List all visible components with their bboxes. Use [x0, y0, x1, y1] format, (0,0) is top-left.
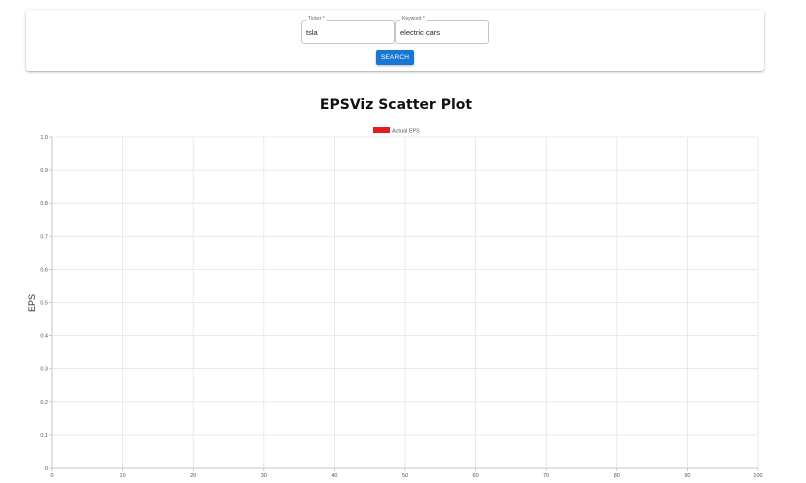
- legend-label[interactable]: Actual EPS: [392, 129, 420, 135]
- legend-swatch[interactable]: [373, 127, 390, 133]
- x-tick-label: 100: [753, 473, 762, 479]
- x-tick-label: 0: [50, 473, 53, 479]
- y-tick-label: 0: [45, 466, 48, 472]
- y-tick-label: 0.3: [40, 367, 48, 373]
- y-tick-label: 0.1: [40, 433, 48, 439]
- chart-grid: [51, 136, 759, 469]
- y-tick-label: 0.7: [40, 234, 48, 240]
- y-tick-label: 0.6: [40, 267, 48, 273]
- x-tick-label: 40: [331, 473, 337, 479]
- y-tick-label: 0.4: [40, 334, 48, 340]
- y-tick-label: 0.5: [40, 301, 48, 307]
- y-axis-label: EPS: [27, 294, 37, 312]
- y-tick-label: 0.8: [40, 201, 48, 207]
- y-tick-label: 0.2: [40, 400, 48, 406]
- x-tick-label: 30: [261, 473, 267, 479]
- y-tick-label: 1.0: [40, 135, 48, 141]
- x-tick-label: 50: [402, 473, 408, 479]
- x-tick-label: 80: [614, 473, 620, 479]
- x-tick-label: 70: [543, 473, 549, 479]
- chart-axes: 0 10 20 30 40 50 60 70 80 90 100 0 0.1 0.2 0.3 0.4 0.5 0.…: [40, 135, 762, 479]
- x-tick-label: 90: [684, 473, 690, 479]
- y-tick-label: 0.9: [40, 168, 48, 174]
- x-tick-label: 60: [473, 473, 479, 479]
- scatter-chart: 0 10 20 30 40 50 60 70 80 90 100 0 0.1 0.2 0.3 0.4 0.5 0.…: [27, 127, 763, 479]
- x-tick-label: 10: [120, 473, 126, 479]
- chart-legend[interactable]: Actual EPS: [373, 127, 420, 135]
- x-tick-label: 20: [190, 473, 196, 479]
